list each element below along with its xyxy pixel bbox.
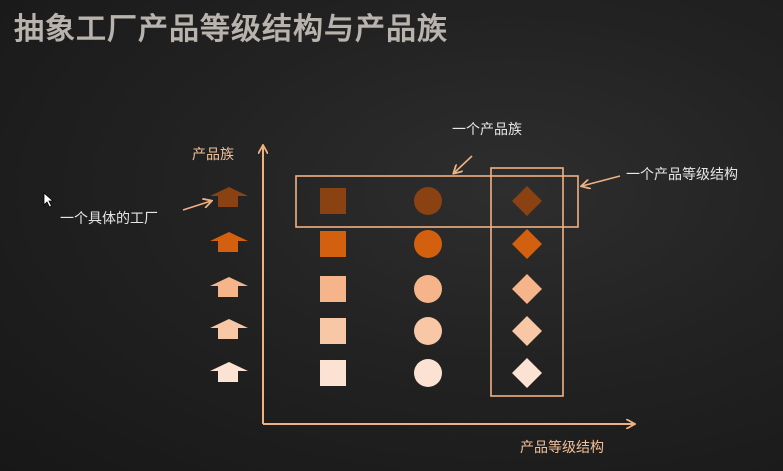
factory-icon-row-2 bbox=[210, 232, 248, 252]
product-square-row-5 bbox=[320, 360, 346, 386]
product-diamond-row-2 bbox=[512, 229, 542, 259]
product-circle-row-2 bbox=[414, 230, 442, 258]
product-square-row-2 bbox=[320, 231, 346, 257]
factory-icon-row-1 bbox=[210, 187, 248, 207]
family-annotation-arrow bbox=[454, 155, 473, 173]
level-annotation-arrow bbox=[582, 175, 621, 186]
factory-icon-row-5 bbox=[210, 362, 248, 382]
x-axis-label: 产品等级结构 bbox=[520, 440, 604, 456]
mouse-cursor-icon bbox=[43, 192, 55, 208]
slide: 抽象工厂产品等级结构与产品族 产品族 产品等级结构 一个产品族 一个产品等级结构… bbox=[0, 0, 783, 471]
factory-icon-row-4 bbox=[210, 319, 248, 339]
product-circle-row-5 bbox=[414, 359, 442, 387]
y-axis-label: 产品族 bbox=[192, 147, 234, 163]
factory-annotation-arrow bbox=[182, 201, 211, 211]
factory-icon-row-3 bbox=[210, 277, 248, 297]
product-circle-row-1 bbox=[414, 187, 442, 215]
product-circle-row-4 bbox=[414, 317, 442, 345]
product-diamond-row-4 bbox=[512, 316, 542, 346]
product-level-annotation: 一个产品等级结构 bbox=[626, 167, 738, 183]
product-family-annotation: 一个产品族 bbox=[452, 122, 522, 138]
product-diamond-row-1 bbox=[512, 186, 542, 216]
product-diamond-row-5 bbox=[512, 358, 542, 388]
product-circle-row-3 bbox=[414, 275, 442, 303]
factory-product-diagram bbox=[182, 0, 783, 471]
product-square-row-1 bbox=[320, 188, 346, 214]
product-square-row-3 bbox=[320, 276, 346, 302]
concrete-factory-annotation: 一个具体的工厂 bbox=[60, 211, 158, 227]
product-square-row-4 bbox=[320, 318, 346, 344]
product-diamond-row-3 bbox=[512, 274, 542, 304]
